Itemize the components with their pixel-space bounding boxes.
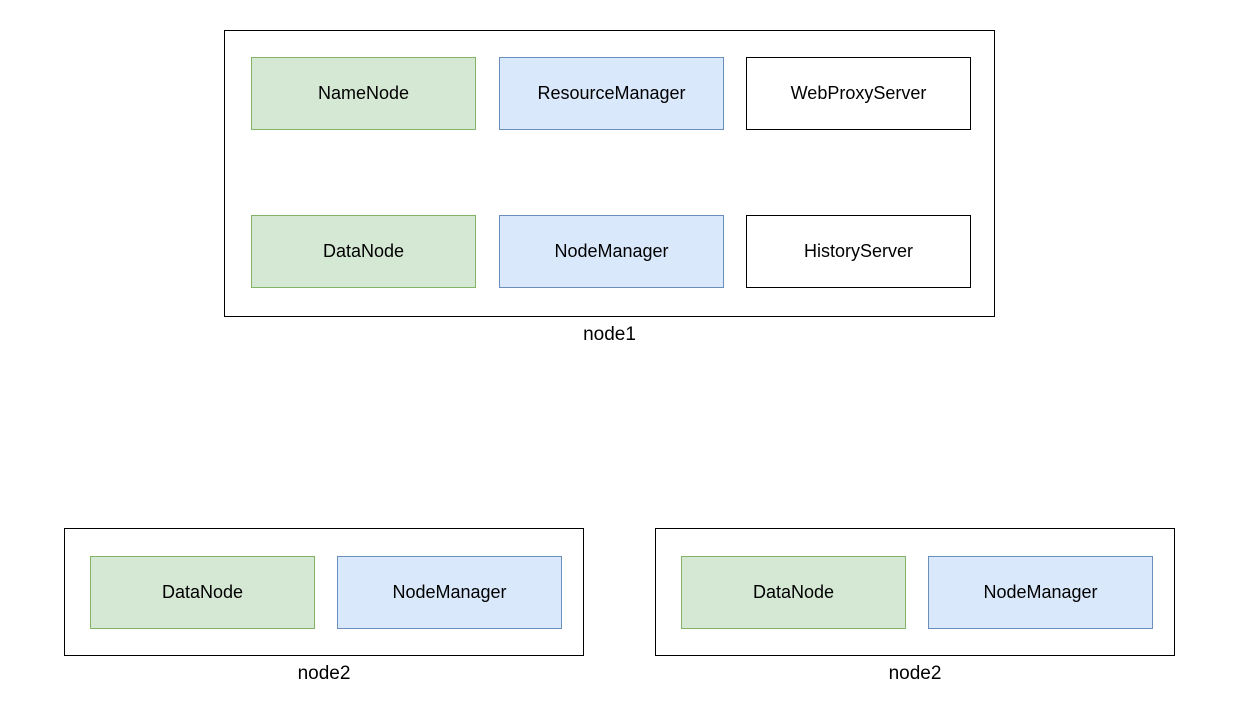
nodemanager-label-1: NodeManager xyxy=(554,241,668,262)
nodemanager-box-1: NodeManager xyxy=(499,215,724,288)
datanode-box-3: DataNode xyxy=(681,556,906,629)
node1-container: NameNode ResourceManager WebProxyServer … xyxy=(224,30,995,317)
node2-label: node2 xyxy=(65,663,583,685)
nodemanager-label-3: NodeManager xyxy=(983,582,1097,603)
datanode-box-1: DataNode xyxy=(251,215,476,288)
datanode-box-2: DataNode xyxy=(90,556,315,629)
node3-container: DataNode NodeManager node2 xyxy=(655,528,1175,656)
datanode-label-1: DataNode xyxy=(323,241,404,262)
webproxyserver-label: WebProxyServer xyxy=(791,83,927,104)
historyserver-label: HistoryServer xyxy=(804,241,913,262)
resourcemanager-box: ResourceManager xyxy=(499,57,724,130)
resourcemanager-label: ResourceManager xyxy=(537,83,685,104)
webproxyserver-box: WebProxyServer xyxy=(746,57,971,130)
nodemanager-label-2: NodeManager xyxy=(392,582,506,603)
datanode-label-3: DataNode xyxy=(753,582,834,603)
node2-container: DataNode NodeManager node2 xyxy=(64,528,584,656)
nodemanager-box-2: NodeManager xyxy=(337,556,562,629)
nodemanager-box-3: NodeManager xyxy=(928,556,1153,629)
node3-label: node2 xyxy=(656,663,1174,685)
historyserver-box: HistoryServer xyxy=(746,215,971,288)
namenode-label: NameNode xyxy=(318,83,409,104)
namenode-box: NameNode xyxy=(251,57,476,130)
datanode-label-2: DataNode xyxy=(162,582,243,603)
node1-label: node1 xyxy=(225,324,994,346)
